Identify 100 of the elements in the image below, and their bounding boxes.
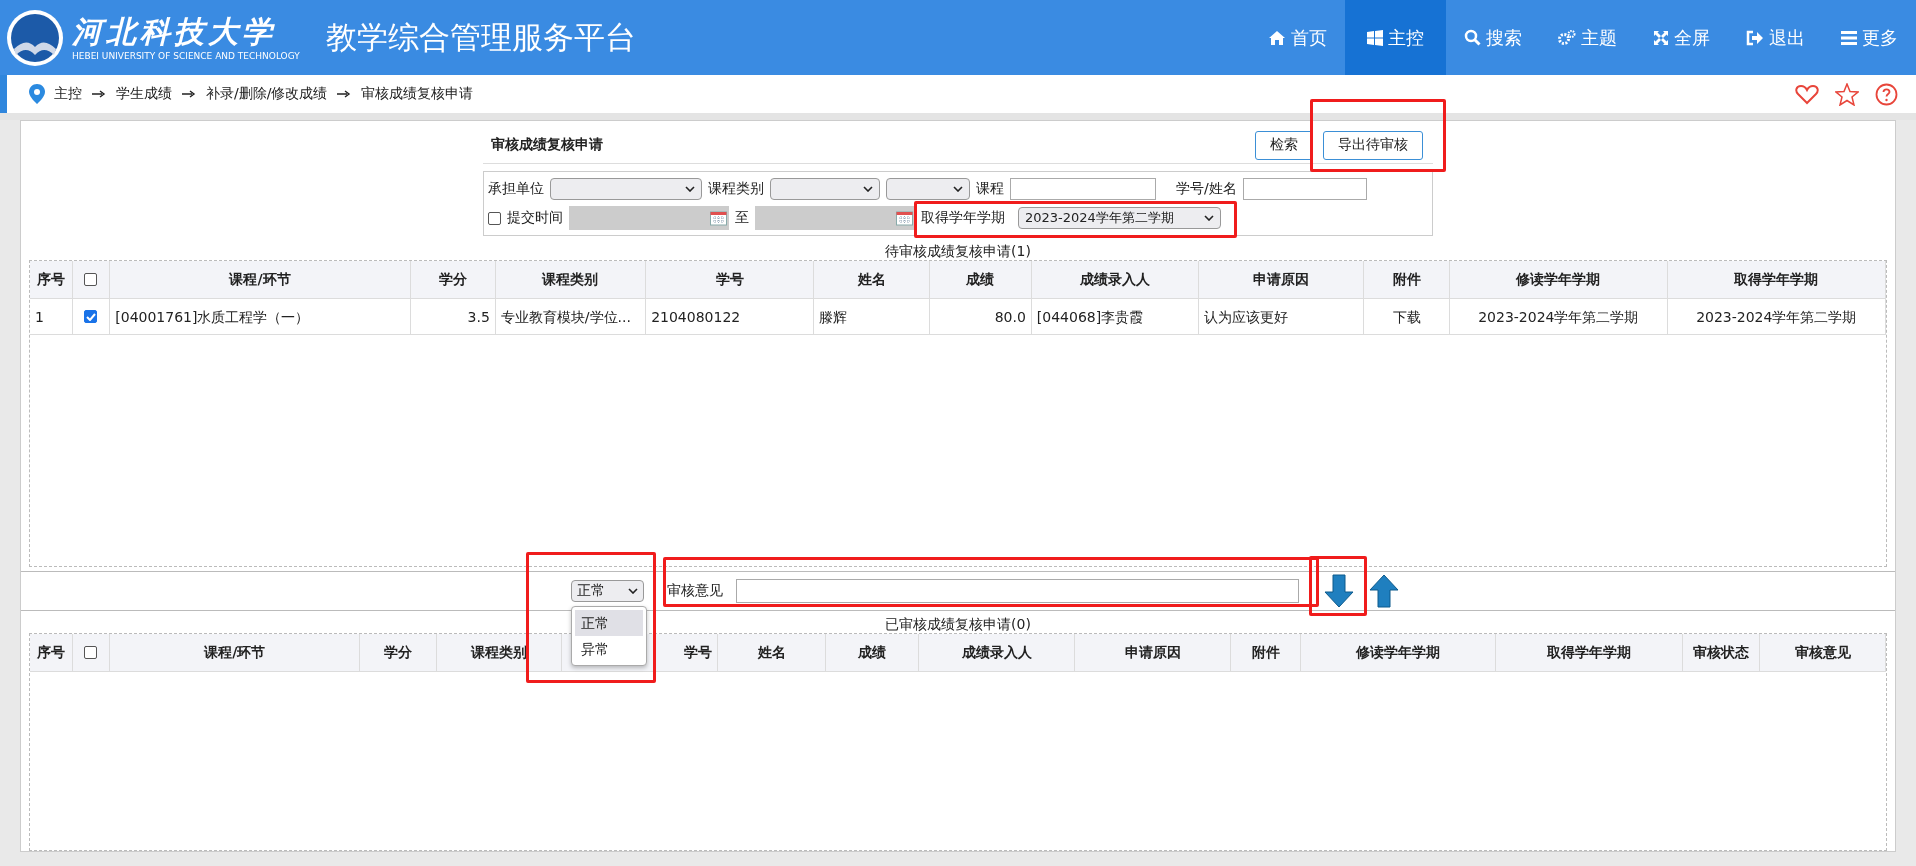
date-field[interactable] [755, 206, 915, 230]
table-cell: 滕辉 [814, 299, 930, 335]
arrow-right-icon [337, 90, 352, 98]
breadcrumb-item[interactable]: 补录/删除/修改成绩 [206, 85, 328, 103]
column-header: 学分 [410, 261, 496, 299]
column-header: 姓名 [814, 261, 930, 299]
arrow-down-icon[interactable] [1324, 574, 1354, 608]
chevron-down-icon [953, 186, 963, 192]
dropdown-option[interactable]: 正常 [575, 610, 643, 636]
expand-icon [1653, 29, 1669, 46]
column-header: 成绩录入人 [1031, 261, 1199, 299]
table-cell: 2023-2024学年第二学期 [1450, 299, 1668, 335]
term-select[interactable]: 2023-2024学年第二学期 [1018, 207, 1221, 229]
university-name: 河北科技大学 [72, 13, 277, 51]
arrow-right-icon [182, 90, 196, 98]
student-field[interactable] [1242, 178, 1367, 200]
checkbox[interactable] [84, 646, 98, 659]
opinion-field[interactable] [736, 579, 1299, 603]
checkbox[interactable] [84, 310, 98, 323]
table-caption: 待审核成绩复核申请(1) [885, 242, 1031, 260]
column-header: 申请原因 [1198, 261, 1364, 299]
star-icon[interactable] [1835, 82, 1859, 106]
breadcrumb-item[interactable]: 学生成绩 [116, 85, 172, 103]
gears-icon [1558, 29, 1576, 46]
column-header: 姓名 [718, 634, 827, 672]
dropdown-option[interactable]: 异常 [575, 636, 643, 662]
nav-item[interactable]: 主题 [1540, 0, 1635, 75]
column-header: 审核意见 [1760, 634, 1886, 672]
table-cell: 1 [30, 299, 73, 335]
column-header: 成绩 [826, 634, 920, 672]
table-cell: 专业教育模块/学位... [495, 299, 647, 335]
nav-item[interactable]: 全屏 [1635, 0, 1728, 75]
column-header: 学分 [360, 634, 437, 672]
home-icon [1268, 29, 1286, 46]
filter-label: 承担单位 [488, 180, 544, 198]
arrow-up-icon[interactable] [1369, 574, 1399, 608]
column-header: 修读学年学期 [1450, 261, 1668, 299]
filter-label: 至 [735, 209, 749, 227]
chevron-down-icon [1204, 215, 1214, 221]
filter-label: 提交时间 [507, 209, 563, 227]
windows-icon [1367, 29, 1383, 46]
result-select[interactable]: 正常 [571, 580, 644, 602]
university-logo-icon [6, 8, 64, 67]
table-cell: 80.0 [929, 299, 1032, 335]
course-type-select[interactable] [770, 178, 880, 200]
chevron-down-icon [863, 186, 873, 192]
column-header: 审核状态 [1683, 634, 1761, 672]
nav-item[interactable]: 更多 [1823, 0, 1916, 75]
breadcrumb-item: 审核成绩复核申请 [361, 85, 474, 103]
chevron-down-icon [628, 588, 638, 594]
breadcrumb-item[interactable]: 主控 [54, 85, 82, 103]
column-header: 申请原因 [1075, 634, 1232, 672]
column-header: 序号 [30, 634, 73, 672]
toolbar-button[interactable]: 检索 [1255, 130, 1313, 160]
nav-item[interactable]: 退出 [1728, 0, 1823, 75]
column-header: 成绩 [929, 261, 1032, 299]
calendar-icon [896, 210, 913, 226]
checkbox[interactable] [84, 273, 98, 286]
column-header: 课程类别 [495, 261, 647, 299]
column-header: 附件 [1231, 634, 1301, 672]
search-icon [1464, 29, 1481, 46]
location-pin-icon [29, 84, 45, 104]
platform-title: 教学综合管理服务平台 [325, 17, 636, 57]
table-caption: 已审核成绩复核申请(0) [885, 615, 1031, 633]
opinion-label: 审核意见 [667, 582, 723, 600]
exit-icon [1746, 29, 1764, 46]
toolbar-button[interactable]: 导出待审核 [1323, 130, 1423, 160]
university-english-name: HEBEI UNIVERSITY OF SCIENCE AND TECHNOLOGY [72, 51, 300, 62]
table-cell: 3.5 [410, 299, 496, 335]
column-header: 序号 [30, 261, 73, 299]
chevron-down-icon [685, 186, 695, 192]
nav-item[interactable]: 首页 [1250, 0, 1345, 75]
nav-item[interactable]: 搜索 [1446, 0, 1540, 75]
checkbox[interactable] [488, 211, 501, 225]
heart-icon[interactable] [1795, 83, 1819, 105]
help-icon[interactable] [1875, 82, 1898, 106]
column-header: 课程/环节 [110, 261, 411, 299]
column-header: 修读学年学期 [1300, 634, 1497, 672]
menu-icon [1841, 30, 1857, 45]
column-header: 取得学年学期 [1496, 634, 1684, 672]
column-header: 成绩录入人 [919, 634, 1076, 672]
table-cell: 认为应该更好 [1198, 299, 1364, 335]
column-header: 附件 [1364, 261, 1451, 299]
nav-item[interactable]: 主控 [1345, 0, 1446, 75]
column-header: 课程/环节 [110, 634, 361, 672]
filter-label: 课程 [976, 180, 1004, 198]
column-header: 课程类别 [436, 634, 563, 672]
filter-label: 课程类别 [708, 180, 764, 198]
arrow-right-icon [92, 90, 106, 98]
course-field[interactable] [1010, 178, 1156, 200]
download-link[interactable]: 下载 [1364, 299, 1451, 335]
filter-label: 学号/姓名 [1176, 180, 1237, 198]
table-cell: 2104080122 [646, 299, 815, 335]
table-cell: [044068]李贵霞 [1031, 299, 1199, 335]
table-cell: 2023-2024学年第二学期 [1667, 299, 1886, 335]
unit-select[interactable] [550, 178, 702, 200]
filter-label: 取得学年学期 [921, 209, 1005, 227]
subtype-select[interactable] [886, 178, 970, 200]
form-title: 审核成绩复核申请 [490, 136, 603, 154]
date-field[interactable] [569, 206, 729, 230]
